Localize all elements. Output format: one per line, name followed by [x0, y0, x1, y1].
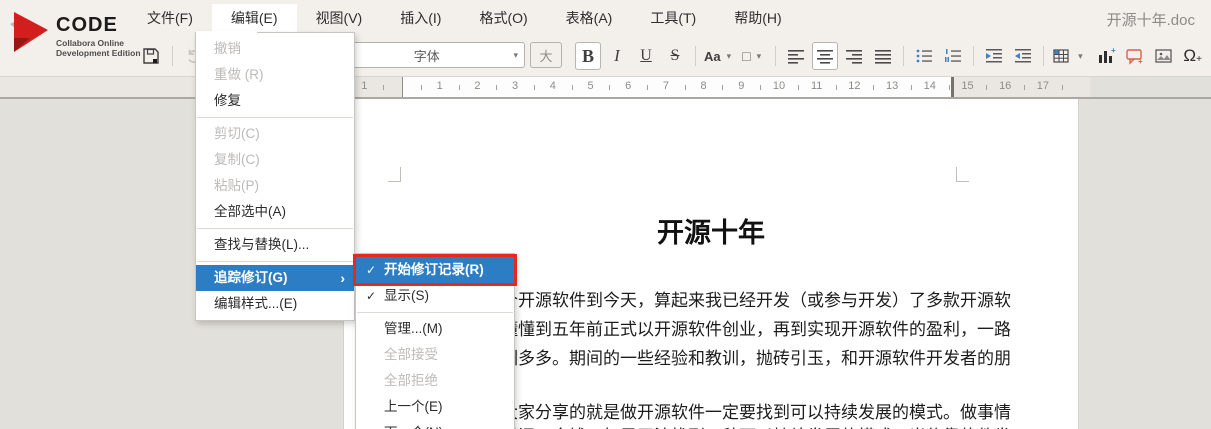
align-right-icon: [846, 50, 863, 64]
menu-item-find-replace[interactable]: 查找与替换(L)...: [196, 232, 354, 258]
justify-icon: [875, 50, 892, 64]
save-icon: [143, 48, 159, 64]
document-title[interactable]: 开源十年: [344, 211, 1078, 250]
collabora-writer-window: CODE Collabora Online Development Editio…: [0, 0, 1211, 429]
logo-title: CODE: [56, 14, 118, 36]
insert-table-icon: [1053, 49, 1069, 63]
strikethrough-button[interactable]: S: [662, 42, 688, 70]
track-changes-submenu: ✓ 开始修订记录(R) ✓ 显示(S) 管理...(M) 全部接受 全部拒绝 上…: [353, 253, 517, 429]
bold-button[interactable]: B: [575, 42, 601, 70]
toolbar-separator: [172, 46, 173, 66]
font-name-value: 字体: [413, 48, 440, 64]
save-button[interactable]: [138, 42, 164, 70]
font-name-combobox[interactable]: 字体 ▾: [345, 42, 525, 68]
menu-item-paste[interactable]: 粘贴(P): [196, 173, 354, 199]
align-center-icon: [817, 50, 834, 64]
menubar: 文件(F) 编辑(E) 视图(V) 插入(I) 格式(O) 表格(A) 工具(T…: [128, 4, 801, 32]
ruler-right-margin-marker[interactable]: [951, 77, 954, 97]
body-line[interactable]: 一个开源软件到今天，算起来我已经开发（或参与开发）了多款开源软: [484, 286, 1011, 311]
menu-item-edit-style[interactable]: 编辑样式...(E): [196, 291, 354, 317]
submenu-item-accept-all[interactable]: 全部接受: [356, 342, 514, 368]
italic-button[interactable]: I: [604, 42, 630, 70]
svg-text:+: +: [1138, 57, 1143, 65]
insert-chart-button[interactable]: +: [1093, 42, 1119, 70]
check-icon: ✓: [366, 289, 377, 303]
check-icon: ✓: [366, 263, 377, 277]
insert-comment-button[interactable]: +: [1122, 42, 1148, 70]
submenu-item-reject-all[interactable]: 全部拒绝: [356, 368, 514, 394]
menu-item-cut[interactable]: 剪切(C): [196, 121, 354, 147]
menu-help[interactable]: 帮助(H): [715, 4, 800, 32]
ruler-left-margin-marker[interactable]: [402, 77, 403, 97]
body-line[interactable]: 和大家分享的就是做开源软件一定要找到可以持续发展的模式。做事情: [484, 398, 1011, 423]
chevron-right-icon: ›: [340, 270, 345, 286]
insert-comment-icon: +: [1125, 49, 1143, 65]
submenu-item-manage[interactable]: 管理...(M): [356, 316, 514, 342]
submenu-item-next[interactable]: 下一个(N): [356, 420, 514, 429]
decrease-indent-button[interactable]: [1010, 42, 1036, 70]
chevron-down-icon: ▾: [756, 50, 762, 61]
special-character-button[interactable]: Ω +: [1180, 42, 1206, 70]
menu-edit[interactable]: 编辑(E): [211, 4, 297, 32]
align-center-button[interactable]: [812, 42, 839, 70]
body-line[interactable]: 、时间、金钱。如果无法找到一种可以持续发展的模式，光依靠软件发: [484, 422, 1011, 429]
toolbar: 字体 ▾ 大 B I U S Aa ▾ □ ▾ ▾ + + Ω +: [0, 38, 1211, 74]
menu-insert[interactable]: 插入(I): [381, 4, 460, 32]
body-line[interactable]: 懵懂懂到五年前正式以开源软件创业，再到实现开源软件的盈利，一路: [484, 315, 1011, 340]
insert-image-button[interactable]: [1151, 42, 1177, 70]
submenu-item-record-changes[interactable]: ✓ 开始修订记录(R): [353, 254, 517, 286]
menu-item-track-changes[interactable]: 追踪修订(G) ›: [196, 265, 354, 291]
submenu-item-previous[interactable]: 上一个(E): [356, 394, 514, 420]
underline-button[interactable]: U: [633, 42, 659, 70]
bullet-list-button[interactable]: [911, 42, 937, 70]
increase-indent-icon: [986, 49, 1003, 63]
svg-text:+: +: [1111, 47, 1116, 55]
increase-indent-button[interactable]: [981, 42, 1007, 70]
numbered-list-icon: [945, 49, 962, 62]
menu-item-undo[interactable]: 撤销: [196, 36, 354, 62]
font-size-button[interactable]: 大: [530, 42, 562, 68]
menu-item-copy[interactable]: 复制(C): [196, 147, 354, 173]
chevron-down-icon: ▾: [513, 49, 518, 60]
insert-chart-icon: +: [1098, 47, 1116, 63]
ruler[interactable]: 1 1 2 3 4 5 6 7 8 9 10 11 12 13 14 15 16 17: [0, 77, 1090, 97]
document-area: 开源十年 一个开源软件到今天，算起来我已经开发（或参与开发）了多款开源软 懵懂懂…: [0, 99, 1211, 429]
chevron-down-icon: ▾: [726, 50, 732, 61]
edit-menu-dropdown: 撤销 重做 (R) 修复 剪切(C) 复制(C) 粘贴(P) 全部选中(A) 查…: [195, 32, 355, 321]
ruler-active-area: [402, 77, 952, 97]
menu-file[interactable]: 文件(F): [128, 4, 212, 32]
menu-item-repair[interactable]: 修复: [196, 88, 354, 114]
text-boundary-corner-left: [388, 167, 401, 182]
align-left-button[interactable]: [783, 42, 809, 70]
chevron-down-icon: ▾: [1078, 50, 1083, 61]
document-name: 开源十年.doc: [1106, 12, 1195, 29]
bullet-list-icon: [916, 49, 933, 63]
justify-button[interactable]: [870, 42, 896, 70]
decrease-indent-icon: [1015, 49, 1032, 63]
body-line[interactable]: 教训多多。期间的一些经验和教训，抛砖引玉，和开源软件开发者的朋: [484, 344, 1011, 369]
submenu-item-show-changes[interactable]: ✓ 显示(S): [356, 283, 514, 309]
align-left-icon: [788, 50, 805, 64]
character-case-button[interactable]: Aa ▾: [703, 42, 738, 70]
numbered-list-button[interactable]: [940, 42, 966, 70]
menu-table[interactable]: 表格(A): [547, 4, 632, 32]
highlight-color-button[interactable]: □ ▾: [741, 42, 768, 70]
insert-image-icon: [1155, 49, 1172, 63]
menu-format[interactable]: 格式(O): [460, 4, 546, 32]
align-right-button[interactable]: [841, 42, 867, 70]
menu-item-select-all[interactable]: 全部选中(A): [196, 199, 354, 225]
text-boundary-corner-right: [956, 167, 969, 182]
menu-view[interactable]: 视图(V): [297, 4, 382, 32]
insert-table-button[interactable]: ▾: [1051, 42, 1090, 70]
menu-item-redo[interactable]: 重做 (R): [196, 62, 354, 88]
header-bar: CODE Collabora Online Development Editio…: [0, 0, 1211, 77]
menu-tools[interactable]: 工具(T): [631, 4, 715, 32]
